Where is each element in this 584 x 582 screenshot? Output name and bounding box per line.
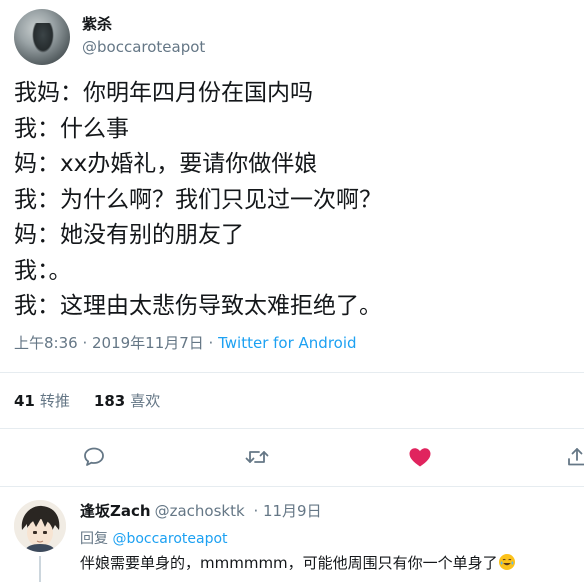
reply-display-name[interactable]: 逢坂Zach xyxy=(80,502,151,520)
reply-avatar[interactable] xyxy=(14,500,66,552)
tweet-line: 我妈：你明年四月份在国内吗 xyxy=(14,80,313,106)
reply-text: 伴娘需要单身的，mmmmmm，可能他周围只有你一个单身了 xyxy=(80,552,515,573)
replying-prefix: 回复 xyxy=(80,531,108,547)
tweet-line: 我：这理由太悲伤导致太难拒绝了。 xyxy=(14,293,382,319)
tweet-stats: 41 转推 183 喜欢 xyxy=(14,390,160,411)
likes-count[interactable]: 183 xyxy=(94,392,125,410)
reply-handle[interactable]: @zachosktk xyxy=(155,502,245,520)
tweet-line: 我：为什么啊？我们只见过一次啊？ xyxy=(14,186,382,213)
divider xyxy=(0,372,584,373)
likes-label[interactable]: 喜欢 xyxy=(130,392,160,410)
reply-author[interactable]: 逢坂Zach @zachosktk · 11月9日 xyxy=(80,500,322,521)
share-icon xyxy=(568,448,584,466)
tweet-header: 紫杀 @boccaroteapot xyxy=(0,0,584,72)
reply-text-content: 伴娘需要单身的，mmmmmm，可能他周围只有你一个单身了 xyxy=(80,554,498,572)
tweet-meta: 上午8:36 · 2019年11月7日 · Twitter for Androi… xyxy=(14,332,357,353)
tweet-timestamp[interactable]: 上午8:36 · 2019年11月7日 · xyxy=(14,334,218,352)
heart-icon xyxy=(409,448,431,467)
tweet-line: 我：。 xyxy=(14,257,72,284)
retweet-arrows-icon xyxy=(245,451,269,463)
tweet-text: 我妈：你明年四月份在国内吗 我：什么事 妈：xx办婚礼，要请你做伴娘 我：为什么… xyxy=(14,76,574,325)
tweet-actions xyxy=(0,440,584,476)
share-button[interactable] xyxy=(560,440,584,474)
divider xyxy=(0,486,584,487)
author-handle[interactable]: @boccaroteapot xyxy=(82,38,205,56)
avatar[interactable] xyxy=(14,9,70,65)
tweet-line: 我：什么事 xyxy=(14,115,129,142)
like-button[interactable] xyxy=(403,440,437,474)
author-display-name[interactable]: 紫杀 xyxy=(82,13,112,34)
tears-of-joy-emoji-icon xyxy=(498,554,515,570)
retweets-count[interactable]: 41 xyxy=(14,392,35,410)
thread-line xyxy=(39,556,41,582)
retweet-button[interactable] xyxy=(240,440,274,474)
tweet-page: 紫杀 @boccaroteapot 我妈：你明年四月份在国内吗 我：什么事 妈：… xyxy=(0,0,584,582)
speech-bubble-icon xyxy=(84,447,104,466)
reply-button[interactable] xyxy=(77,440,111,474)
reply-tweet[interactable]: 逢坂Zach @zachosktk · 11月9日 回复 @boccaroteap… xyxy=(0,488,584,582)
tweet-line: 妈：她没有别的朋友了 xyxy=(14,222,244,248)
avatar-image xyxy=(32,23,54,53)
replying-mention[interactable]: @boccaroteapot xyxy=(112,531,227,547)
tweet-source-link[interactable]: Twitter for Android xyxy=(218,334,356,352)
divider xyxy=(0,428,584,429)
anime-avatar-image xyxy=(14,500,66,552)
tweet-line: 妈：xx办婚礼，要请你做伴娘 xyxy=(14,151,318,177)
replying-to: 回复 @boccaroteapot xyxy=(80,528,228,548)
retweets-label[interactable]: 转推 xyxy=(40,392,70,410)
reply-date[interactable]: · 11月9日 xyxy=(253,502,321,520)
